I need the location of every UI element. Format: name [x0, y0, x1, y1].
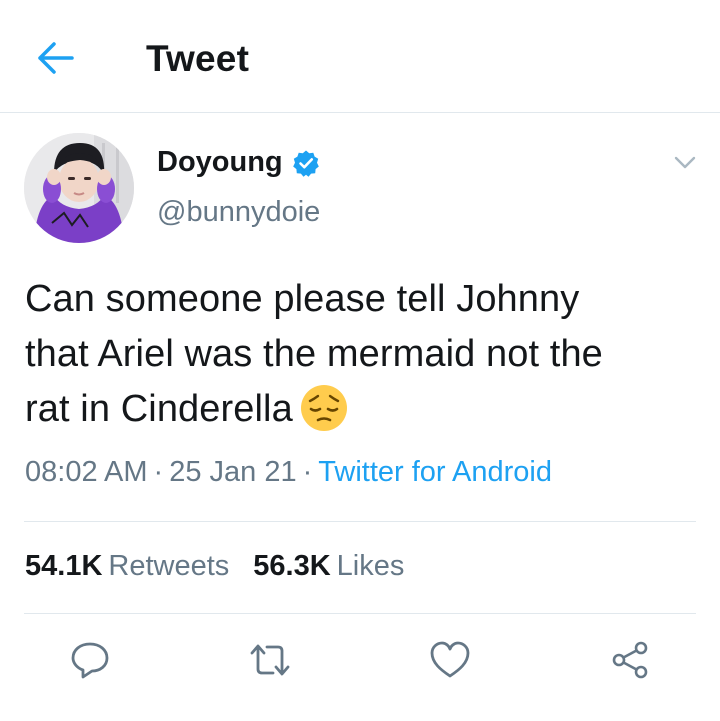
arrow-left-icon: [38, 42, 74, 74]
likes-stat[interactable]: 56.3K Likes: [253, 550, 404, 582]
like-button[interactable]: [428, 638, 472, 682]
more-options-button[interactable]: [668, 148, 702, 178]
pensive-face-emoji-icon: [300, 384, 347, 431]
heart-icon: [430, 641, 470, 678]
retweet-icon: [250, 644, 290, 676]
author-handle[interactable]: @bunnydoie: [157, 196, 320, 229]
tweet-text-line: that Ariel was the mermaid not the: [25, 333, 603, 375]
divider: [24, 521, 696, 522]
retweets-label: Retweets: [108, 550, 230, 582]
back-button[interactable]: [34, 36, 78, 80]
tweet-detail-screen: Tweet Doyoung @bunnydoie Can someone ple…: [0, 0, 720, 721]
divider: [24, 613, 696, 614]
avatar[interactable]: [24, 133, 134, 243]
tweet-time: 08:02 AM: [25, 456, 148, 488]
tweet-text-line: rat in Cinderella: [25, 388, 293, 430]
retweets-count: 54.1K: [25, 550, 103, 582]
meta-separator: ·: [153, 456, 164, 488]
meta-separator: ·: [302, 456, 313, 488]
retweets-stat[interactable]: 54.1K Retweets: [25, 550, 229, 582]
author-name-row[interactable]: Doyoung: [157, 146, 320, 179]
chevron-down-icon: [674, 156, 696, 169]
likes-count: 56.3K: [253, 550, 331, 582]
top-app-bar: Tweet: [0, 0, 720, 113]
tweet-date: 25 Jan 21: [169, 456, 297, 488]
share-button[interactable]: [608, 638, 652, 682]
tweet-text-line-last: rat in Cinderella: [25, 382, 705, 437]
retweet-button[interactable]: [248, 638, 292, 682]
tweet-source-link[interactable]: Twitter for Android: [318, 456, 552, 488]
tweet-stats: 54.1K Retweets 56.3K Likes: [25, 550, 404, 583]
author-display-name[interactable]: Doyoung: [157, 146, 283, 179]
page-title: Tweet: [146, 38, 250, 79]
tweet-text-line: Can someone please tell Johnny: [25, 278, 580, 320]
tweet-meta: 08:02 AM · 25 Jan 21 · Twitter for Android: [25, 456, 552, 489]
likes-label: Likes: [336, 550, 405, 582]
verified-badge-icon: [292, 150, 319, 177]
tweet-text: Can someone please tell Johnny that Arie…: [25, 272, 705, 437]
share-icon: [612, 641, 648, 679]
reply-icon: [71, 642, 109, 679]
reply-button[interactable]: [68, 638, 112, 682]
profile-photo: [24, 133, 134, 243]
